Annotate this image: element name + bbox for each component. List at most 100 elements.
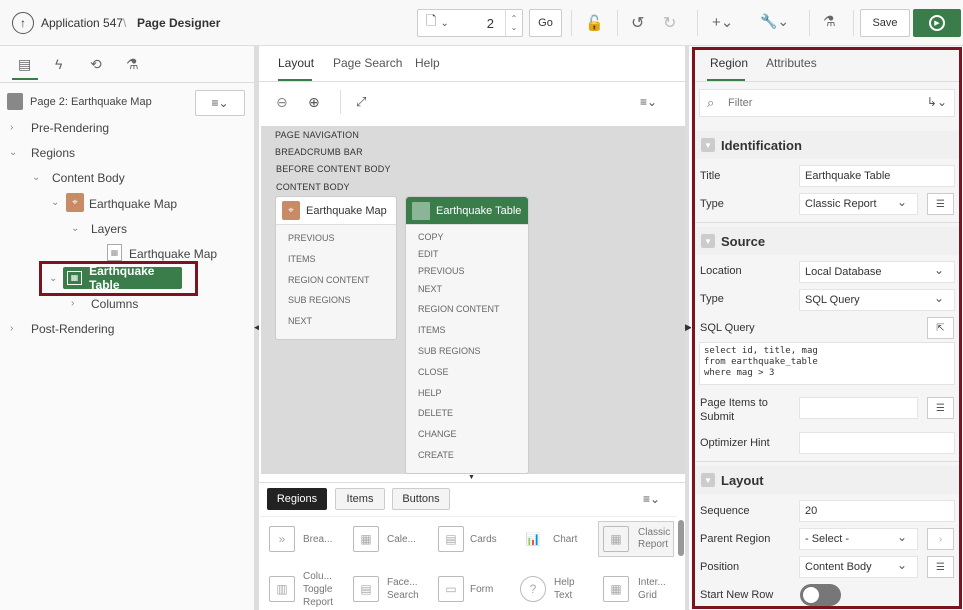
layer-icon: ▦	[107, 244, 122, 261]
chevron-right-icon[interactable]: ›	[71, 298, 74, 309]
redo-icon[interactable]: ↻	[663, 13, 676, 33]
location-select[interactable]: Local Database	[799, 261, 955, 283]
filter-input[interactable]: ⌕ Filter ↳⌄	[699, 89, 955, 117]
code-editor-expand-icon[interactable]: ⇱	[927, 317, 954, 339]
drop-zone-sub-regions: SUB REGIONS	[288, 295, 351, 305]
breadcrumb-region-icon[interactable]: »	[269, 526, 295, 552]
shared-components-tab-icon[interactable]: ⚗	[126, 56, 139, 73]
tree-pre-rendering[interactable]: Pre-Rendering	[31, 121, 109, 135]
cards-region-icon[interactable]: ▤	[438, 526, 464, 552]
gallery-item-cards[interactable]: Cards	[470, 534, 497, 545]
earthquake-table-card[interactable]: Earthquake Table COPY EDIT PREVIOUS NEXT…	[405, 196, 529, 474]
section-layout[interactable]: ▼ Layout	[695, 466, 959, 494]
list-picker-icon[interactable]: ☰	[927, 556, 954, 578]
chevron-right-icon[interactable]: ›	[10, 122, 13, 133]
parent-region-select[interactable]: - Select -	[799, 528, 918, 550]
gallery-menu-icon[interactable]: ≡⌄	[643, 492, 660, 506]
sequence-field[interactable]: 20	[799, 500, 955, 522]
tree-earthquake-map-layer[interactable]: Earthquake Map	[129, 247, 217, 261]
expand-icon[interactable]: ⤢	[356, 94, 366, 110]
toolbar-divider	[571, 10, 572, 36]
toolbar-divider	[697, 10, 698, 36]
divider	[695, 81, 959, 82]
app-home-icon[interactable]: ↑	[12, 12, 34, 34]
form-region-icon[interactable]: ▭	[438, 576, 464, 602]
dynamic-actions-tab-icon[interactable]: ϟ	[55, 56, 62, 72]
section-identification[interactable]: ▼ Identification	[695, 131, 959, 159]
tab-attributes[interactable]: Attributes	[766, 56, 817, 70]
tree-post-rendering[interactable]: Post-Rendering	[31, 322, 114, 336]
undo-icon[interactable]: ↺	[631, 13, 644, 33]
layout-menu-icon[interactable]: ≡⌄	[640, 95, 657, 109]
shared-components-icon[interactable]: ⚗	[823, 13, 836, 30]
list-picker-icon[interactable]: ☰	[927, 397, 954, 419]
tree-menu-button[interactable]: ≡⌄	[195, 90, 245, 116]
interactive-grid-icon[interactable]: ▦	[603, 576, 629, 602]
column-toggle-report-icon[interactable]: ▥	[269, 576, 295, 602]
tree-content-body[interactable]: Content Body	[52, 171, 125, 185]
page-icon: 🗋	[426, 13, 437, 28]
page-title[interactable]: Page 2: Earthquake Map	[30, 96, 152, 108]
run-button[interactable]: ▶	[913, 9, 961, 37]
resize-caret-icon[interactable]: ▼	[468, 474, 475, 481]
tab-page-search[interactable]: Page Search	[333, 56, 402, 70]
list-picker-icon[interactable]: ☰	[927, 193, 954, 215]
processing-tab-icon[interactable]: ⟲	[90, 56, 102, 73]
tree-columns[interactable]: Columns	[91, 297, 138, 311]
page-number-input[interactable]: 2	[487, 16, 494, 31]
gallery-item-calendar[interactable]: Cale...	[387, 534, 416, 545]
chevron-down-icon[interactable]: ⌄	[51, 197, 59, 208]
gallery-item-classic-report[interactable]: Classic Report	[638, 527, 672, 551]
lock-icon[interactable]: 🔓	[585, 14, 604, 32]
page-number-stepper[interactable]: ⌃ ⌄	[505, 10, 522, 36]
app-name-link[interactable]: Application 547	[41, 16, 123, 30]
go-button[interactable]: Go	[529, 9, 562, 37]
earthquake-map-card[interactable]: ⌖ Earthquake Map PREVIOUS ITEMS REGION C…	[275, 196, 397, 340]
tree-layers[interactable]: Layers	[91, 222, 127, 236]
tree-regions[interactable]: Regions	[31, 146, 75, 160]
source-type-select[interactable]: SQL Query	[799, 289, 955, 311]
chevron-down-icon[interactable]: ⌄	[9, 147, 17, 158]
gallery-item-faceted-search[interactable]: Face... Search	[387, 576, 421, 602]
tab-layout[interactable]: Layout	[278, 56, 314, 70]
go-to-group-icon[interactable]: ↳⌄	[927, 95, 947, 109]
gallery-item-chart[interactable]: Chart	[553, 534, 577, 545]
optimizer-hint-field[interactable]	[799, 432, 955, 454]
faceted-search-icon[interactable]: ▤	[353, 576, 379, 602]
chevron-right-icon[interactable]: ›	[927, 528, 954, 550]
zoom-in-icon[interactable]: ⊕	[308, 94, 320, 111]
gallery-item-help-text[interactable]: Help Text	[554, 576, 582, 602]
utilities-wrench-icon[interactable]: 🔧⌄	[760, 13, 789, 30]
page-items-field[interactable]	[799, 397, 918, 419]
tab-help[interactable]: Help	[415, 56, 440, 70]
start-new-row-toggle[interactable]	[800, 584, 841, 606]
gallery-scrollbar[interactable]	[678, 520, 684, 556]
gallery-tab-buttons[interactable]: Buttons	[392, 488, 450, 510]
chevron-down-icon[interactable]: ⌄	[32, 172, 40, 183]
type-select[interactable]: Classic Report	[799, 193, 918, 215]
tree-earthquake-map[interactable]: Earthquake Map	[89, 197, 177, 211]
tab-region[interactable]: Region	[710, 56, 748, 70]
classic-report-region-icon[interactable]: ▦	[603, 526, 629, 552]
help-text-icon[interactable]: ?	[520, 576, 546, 602]
chevron-right-icon[interactable]: ›	[10, 323, 13, 334]
drop-zone-previous: PREVIOUS	[288, 233, 335, 243]
gallery-item-column-toggle[interactable]: Colu... Toggle Report	[303, 570, 339, 609]
gallery-tab-regions[interactable]: Regions	[267, 488, 327, 510]
chart-region-icon[interactable]: 📊	[520, 526, 546, 552]
gallery-item-form[interactable]: Form	[470, 584, 493, 595]
title-field[interactable]: Earthquake Table	[799, 165, 955, 187]
card-header: ⌖ Earthquake Map	[276, 197, 396, 225]
sql-query-textarea[interactable]: select id, title, mag from earthquake_ta…	[699, 342, 955, 385]
position-select[interactable]: Content Body	[799, 556, 918, 578]
section-source[interactable]: ▼ Source	[695, 227, 959, 255]
calendar-region-icon[interactable]: ▦	[353, 526, 379, 552]
chevron-down-icon[interactable]: ⌄	[71, 223, 79, 234]
gallery-tab-items[interactable]: Items	[335, 488, 385, 510]
gallery-item-breadcrumb[interactable]: Brea...	[303, 534, 332, 545]
zoom-out-icon[interactable]: ⊖	[276, 94, 288, 111]
create-menu-icon[interactable]: +⌄	[712, 13, 733, 31]
gallery-item-interactive-grid[interactable]: Inter... Grid	[638, 576, 672, 602]
rendering-tab-icon[interactable]: ▤	[18, 56, 31, 73]
save-button[interactable]: Save	[860, 9, 910, 37]
